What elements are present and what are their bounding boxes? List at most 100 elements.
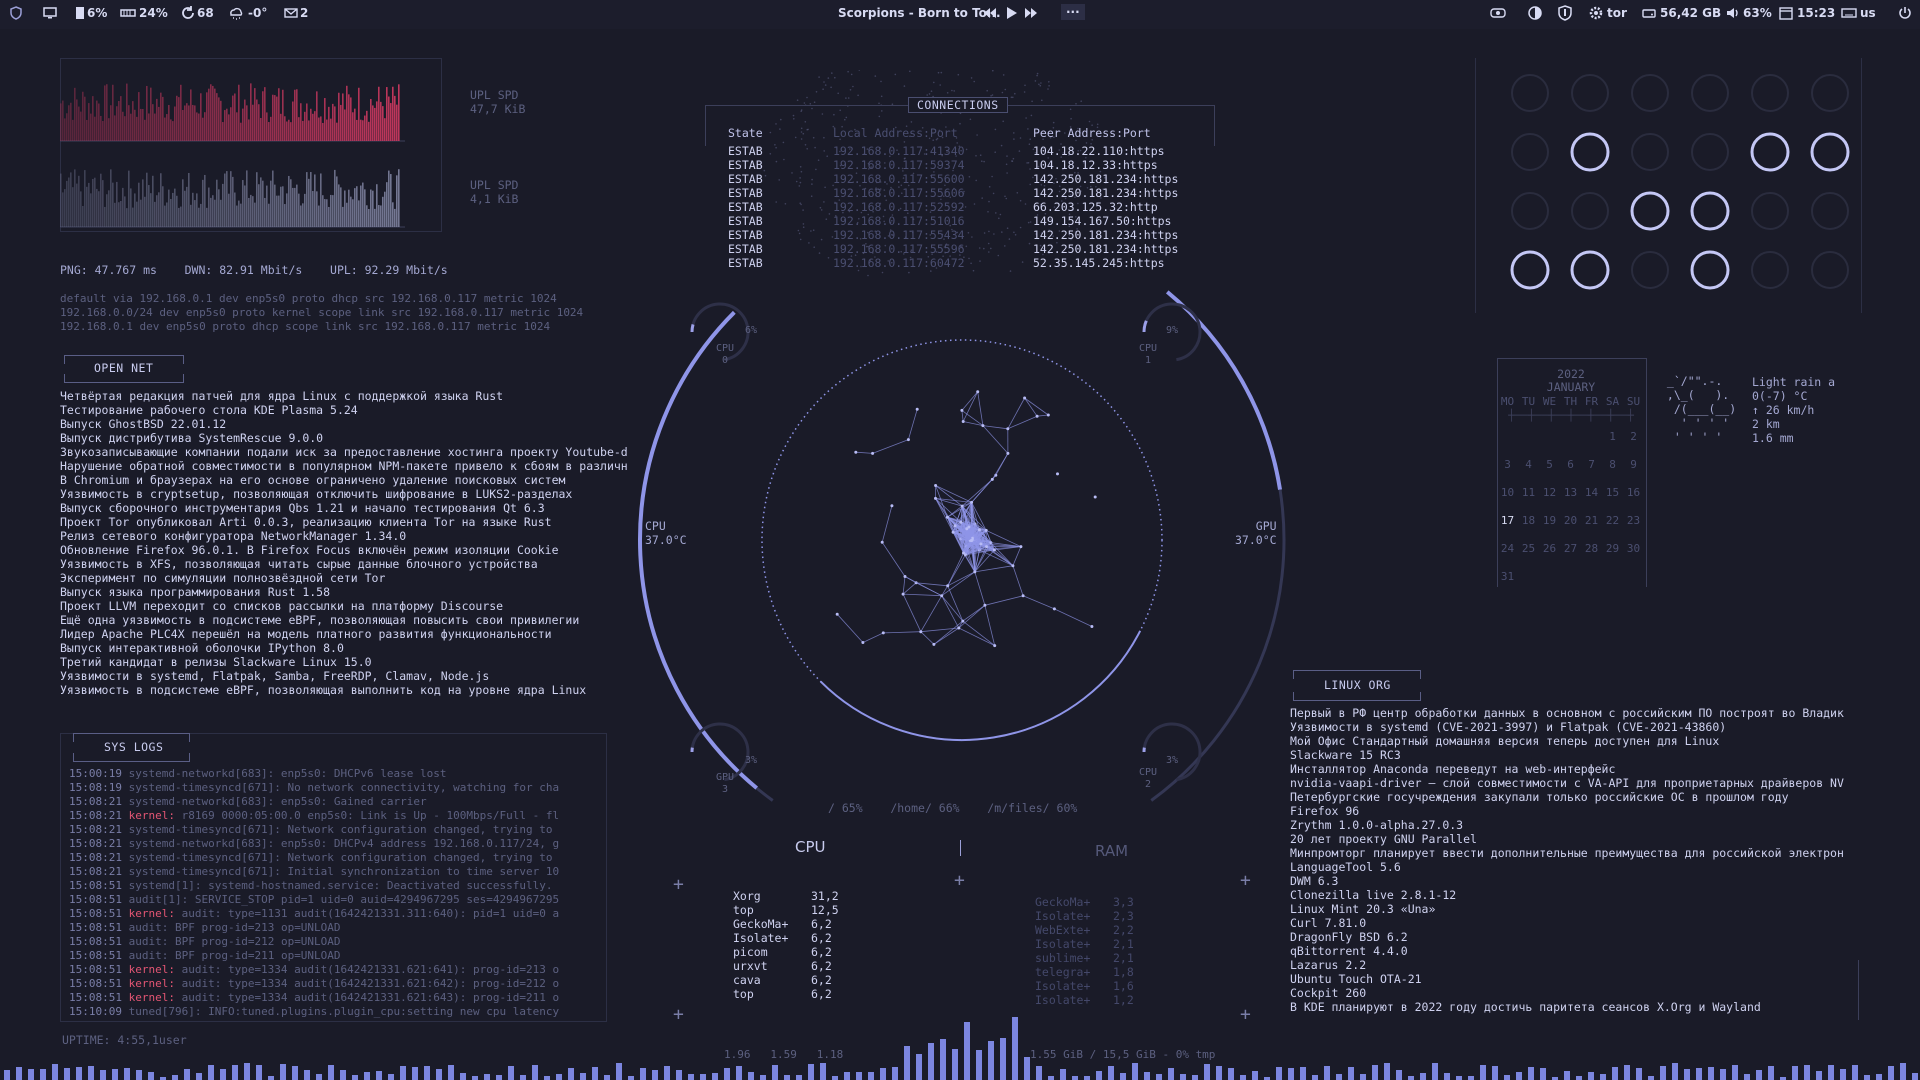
visualizer-bar xyxy=(1840,1069,1846,1080)
workspace-indicator[interactable] xyxy=(1570,250,1610,290)
graph-bar xyxy=(176,95,178,141)
visualizer-bar xyxy=(1180,1074,1186,1080)
mail-icon[interactable] xyxy=(283,5,299,21)
workspace-indicator[interactable] xyxy=(1751,192,1789,230)
process-name: cava xyxy=(733,973,761,987)
graph-bar xyxy=(354,188,356,227)
graph-bar xyxy=(356,119,358,141)
graph-bar xyxy=(302,203,304,227)
graph-bar xyxy=(100,115,102,141)
graph-bar xyxy=(76,183,78,227)
graph-bar xyxy=(248,197,250,227)
workspace-indicator[interactable] xyxy=(1811,192,1849,230)
graph-bar xyxy=(386,87,388,141)
visualizer-bar xyxy=(40,1069,46,1080)
graph-bar xyxy=(242,180,244,227)
process-row: Isolate+ 6,2 xyxy=(733,931,839,945)
graph-bar xyxy=(168,104,170,141)
workspace-indicator[interactable] xyxy=(1631,251,1669,289)
workspace-indicator[interactable] xyxy=(1571,192,1609,230)
shield-menu-icon[interactable] xyxy=(8,5,24,21)
workspace-indicator[interactable] xyxy=(1690,191,1730,231)
vpn-icon[interactable] xyxy=(1490,5,1506,21)
process-row: top 6,2 xyxy=(733,987,839,1001)
workspace-indicator[interactable] xyxy=(1811,74,1849,112)
disk-free: 56,42 GB xyxy=(1660,6,1722,20)
tor-status[interactable]: tor xyxy=(1607,6,1627,20)
graph-bar xyxy=(238,200,240,227)
visualizer-bar xyxy=(832,1076,838,1080)
graph-bar xyxy=(128,170,130,227)
workspace-indicator[interactable] xyxy=(1631,74,1669,112)
visualizer-bar xyxy=(496,1075,502,1080)
visualizer-bar xyxy=(976,1050,982,1080)
workspace-indicator[interactable] xyxy=(1751,74,1789,112)
now-playing-title[interactable]: Scorpions - Born to To... xyxy=(838,6,1001,20)
graph-bar xyxy=(134,193,136,227)
workspace-indicator[interactable] xyxy=(1631,133,1669,171)
volume-level[interactable]: 63% xyxy=(1743,6,1772,20)
keyboard-layout[interactable]: us xyxy=(1860,6,1876,20)
graph-bar xyxy=(392,86,394,141)
graph-bar xyxy=(244,99,246,141)
power-icon[interactable] xyxy=(1897,5,1913,21)
conn-state: ESTAB xyxy=(728,200,763,214)
play-icon[interactable] xyxy=(1003,5,1019,21)
tor-gear-icon[interactable] xyxy=(1588,5,1604,21)
workspace-indicator[interactable] xyxy=(1691,74,1729,112)
log-source: systemd-timesyncd[671]: xyxy=(128,781,281,794)
refresh-icon[interactable] xyxy=(180,5,196,21)
log-message: audit: type=1334 audit(1642421331.621:64… xyxy=(174,977,560,990)
workspace-indicator[interactable] xyxy=(1811,251,1849,289)
graph-bar xyxy=(186,186,188,227)
workspace-indicator[interactable] xyxy=(1511,133,1549,171)
keyboard-icon[interactable] xyxy=(1841,5,1857,21)
workspace-indicator[interactable] xyxy=(1750,132,1790,172)
connection-row: ESTAB 192.168.0.117:55606 142.250.181.234:… xyxy=(728,186,1178,200)
visualizer-bar xyxy=(1612,1067,1618,1080)
volume-icon[interactable] xyxy=(1725,5,1741,21)
workspace-indicator[interactable] xyxy=(1571,74,1609,112)
more-button[interactable]: ··· xyxy=(1061,4,1085,20)
conn-state: ESTAB xyxy=(728,172,763,186)
next-track-icon[interactable] xyxy=(1023,5,1039,21)
workspace-indicator[interactable] xyxy=(1511,192,1549,230)
graph-bar xyxy=(326,119,328,141)
graph-bar xyxy=(82,91,84,141)
calendar-icon[interactable] xyxy=(1778,5,1794,21)
theme-toggle-icon[interactable] xyxy=(1527,5,1543,21)
security-shield-icon[interactable] xyxy=(1557,5,1573,21)
previous-track-icon[interactable] xyxy=(982,5,998,21)
workspace-indicator[interactable] xyxy=(1570,132,1610,172)
graph-bar xyxy=(208,187,210,227)
graph-bar xyxy=(312,191,314,227)
workspace-indicator[interactable] xyxy=(1691,133,1729,171)
monitor-icon[interactable] xyxy=(42,5,58,21)
graph-bar xyxy=(344,109,346,141)
workspace-indicator[interactable] xyxy=(1511,74,1549,112)
visualizer-bar xyxy=(304,1070,310,1080)
graph-bar xyxy=(88,103,90,141)
visualizer-bar xyxy=(1480,1065,1486,1080)
graph-bar xyxy=(264,197,266,227)
process-row: top 12,5 xyxy=(733,903,839,917)
workspace-indicator[interactable] xyxy=(1510,250,1550,290)
crosshair-icon: + xyxy=(954,870,965,891)
clock[interactable]: 15:23 xyxy=(1797,6,1835,20)
workspace-indicator[interactable] xyxy=(1810,132,1850,172)
workspace-indicator[interactable] xyxy=(1751,251,1789,289)
graph-bar xyxy=(196,112,198,141)
workspace-indicator[interactable] xyxy=(1630,191,1670,231)
disk-icon xyxy=(1642,9,1656,18)
calendar-day: 27 xyxy=(1563,542,1578,555)
visualizer-bar xyxy=(484,1074,490,1080)
graph-bar xyxy=(268,203,270,227)
conn-local: 192.168.0.117:55606 xyxy=(833,186,965,200)
log-source: kernel: xyxy=(128,977,175,990)
graph-bar xyxy=(266,112,268,141)
workspace-switcher[interactable] xyxy=(1500,70,1870,290)
graph-bar xyxy=(66,113,68,141)
graph-bar xyxy=(322,122,324,141)
workspace-indicator[interactable] xyxy=(1690,250,1730,290)
weather-art-line: ,\_( ). xyxy=(1660,388,1737,402)
